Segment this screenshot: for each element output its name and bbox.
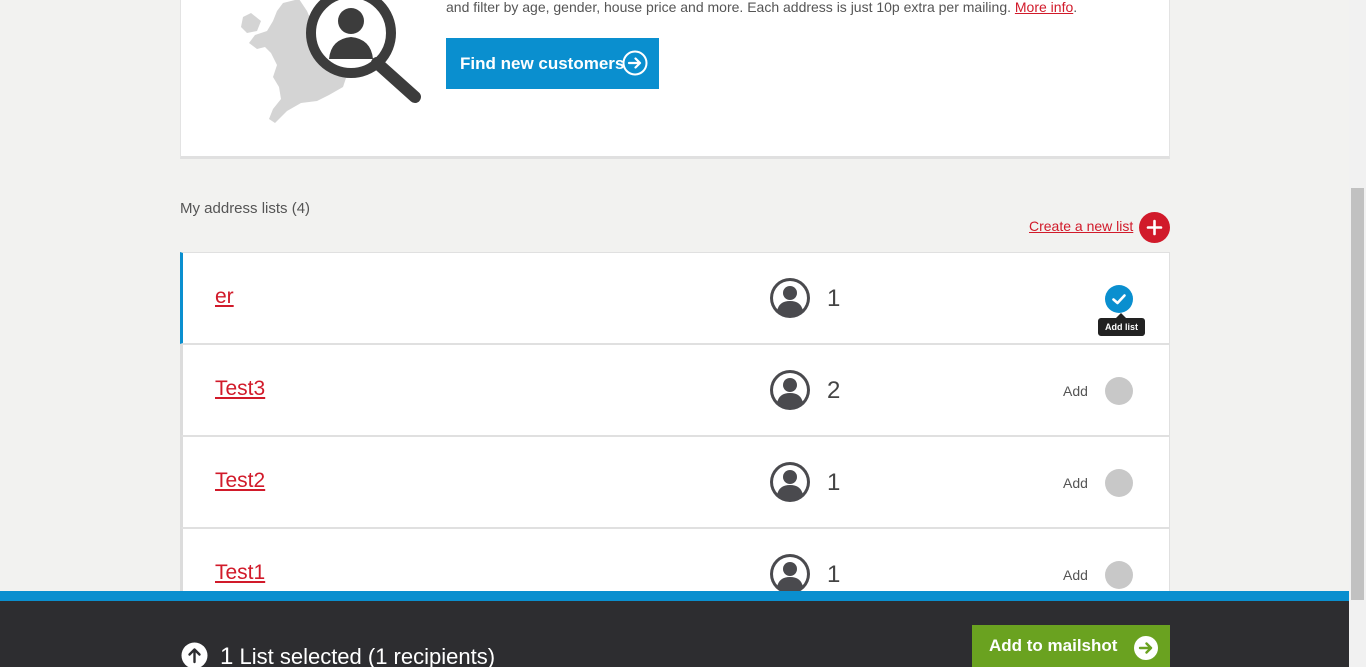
user-avatar-icon — [770, 370, 810, 410]
add-list-toggle[interactable] — [1105, 561, 1133, 589]
list-row: Test3 2 Add — [180, 344, 1170, 436]
list-name-link[interactable]: Test3 — [215, 377, 265, 401]
create-new-list-link[interactable]: Create a new list — [1029, 218, 1133, 234]
find-new-customers-label: Find new customers — [460, 53, 625, 73]
add-label: Add — [1063, 383, 1088, 399]
arrow-right-circle-icon — [1134, 636, 1158, 660]
selected-count: 1 — [220, 643, 234, 667]
address-lists-title: My address lists (4) — [180, 200, 311, 217]
add-list-tooltip: Add list — [1098, 313, 1145, 336]
find-customers-card: and filter by age, gender, house price a… — [180, 0, 1170, 159]
user-avatar-icon — [770, 462, 810, 502]
add-to-mailshot-button[interactable]: Add to mailshot — [972, 625, 1170, 667]
recipient-count: 1 — [827, 285, 841, 312]
check-icon — [1112, 294, 1126, 305]
list-name-link[interactable]: er — [215, 285, 234, 309]
recipient-count: 2 — [827, 377, 841, 404]
selection-footer: 1 List selected (1 recipients) Add to ma… — [0, 601, 1349, 667]
arrow-right-circle-icon — [622, 50, 648, 76]
list-name-link[interactable]: Test2 — [215, 469, 265, 493]
plus-icon — [1146, 219, 1163, 236]
create-new-list-button[interactable] — [1139, 212, 1170, 243]
selection-summary: 1 List selected (1 recipients) — [220, 643, 495, 667]
page: and filter by age, gender, house price a… — [0, 0, 1366, 667]
add-label: Add — [1063, 475, 1088, 491]
recipient-count: 1 — [827, 561, 841, 588]
user-avatar-icon — [770, 278, 810, 318]
add-to-mailshot-label: Add to mailshot — [989, 636, 1118, 655]
arrow-up-circle-icon[interactable] — [180, 641, 209, 667]
recipient-count: 1 — [827, 469, 841, 496]
add-list-toggle[interactable] — [1105, 469, 1133, 497]
find-new-customers-button[interactable]: Find new customers — [446, 38, 659, 89]
user-avatar-icon — [770, 554, 810, 594]
list-row: er 1 Add list — [180, 252, 1170, 344]
list-row: Test2 1 Add — [180, 436, 1170, 528]
promo-description: and filter by age, gender, house price a… — [446, 0, 1078, 15]
add-label: Add — [1063, 567, 1088, 583]
add-list-toggle[interactable] — [1105, 285, 1133, 313]
add-list-toggle[interactable] — [1105, 377, 1133, 405]
footer-accent-stripe — [0, 591, 1349, 601]
scrollbar-thumb[interactable] — [1351, 188, 1364, 600]
page-scrollbar[interactable] — [1349, 0, 1366, 667]
more-info-link[interactable]: More info — [1015, 0, 1073, 15]
list-name-link[interactable]: Test1 — [215, 561, 265, 585]
uk-map-magnifier-icon — [241, 0, 421, 123]
